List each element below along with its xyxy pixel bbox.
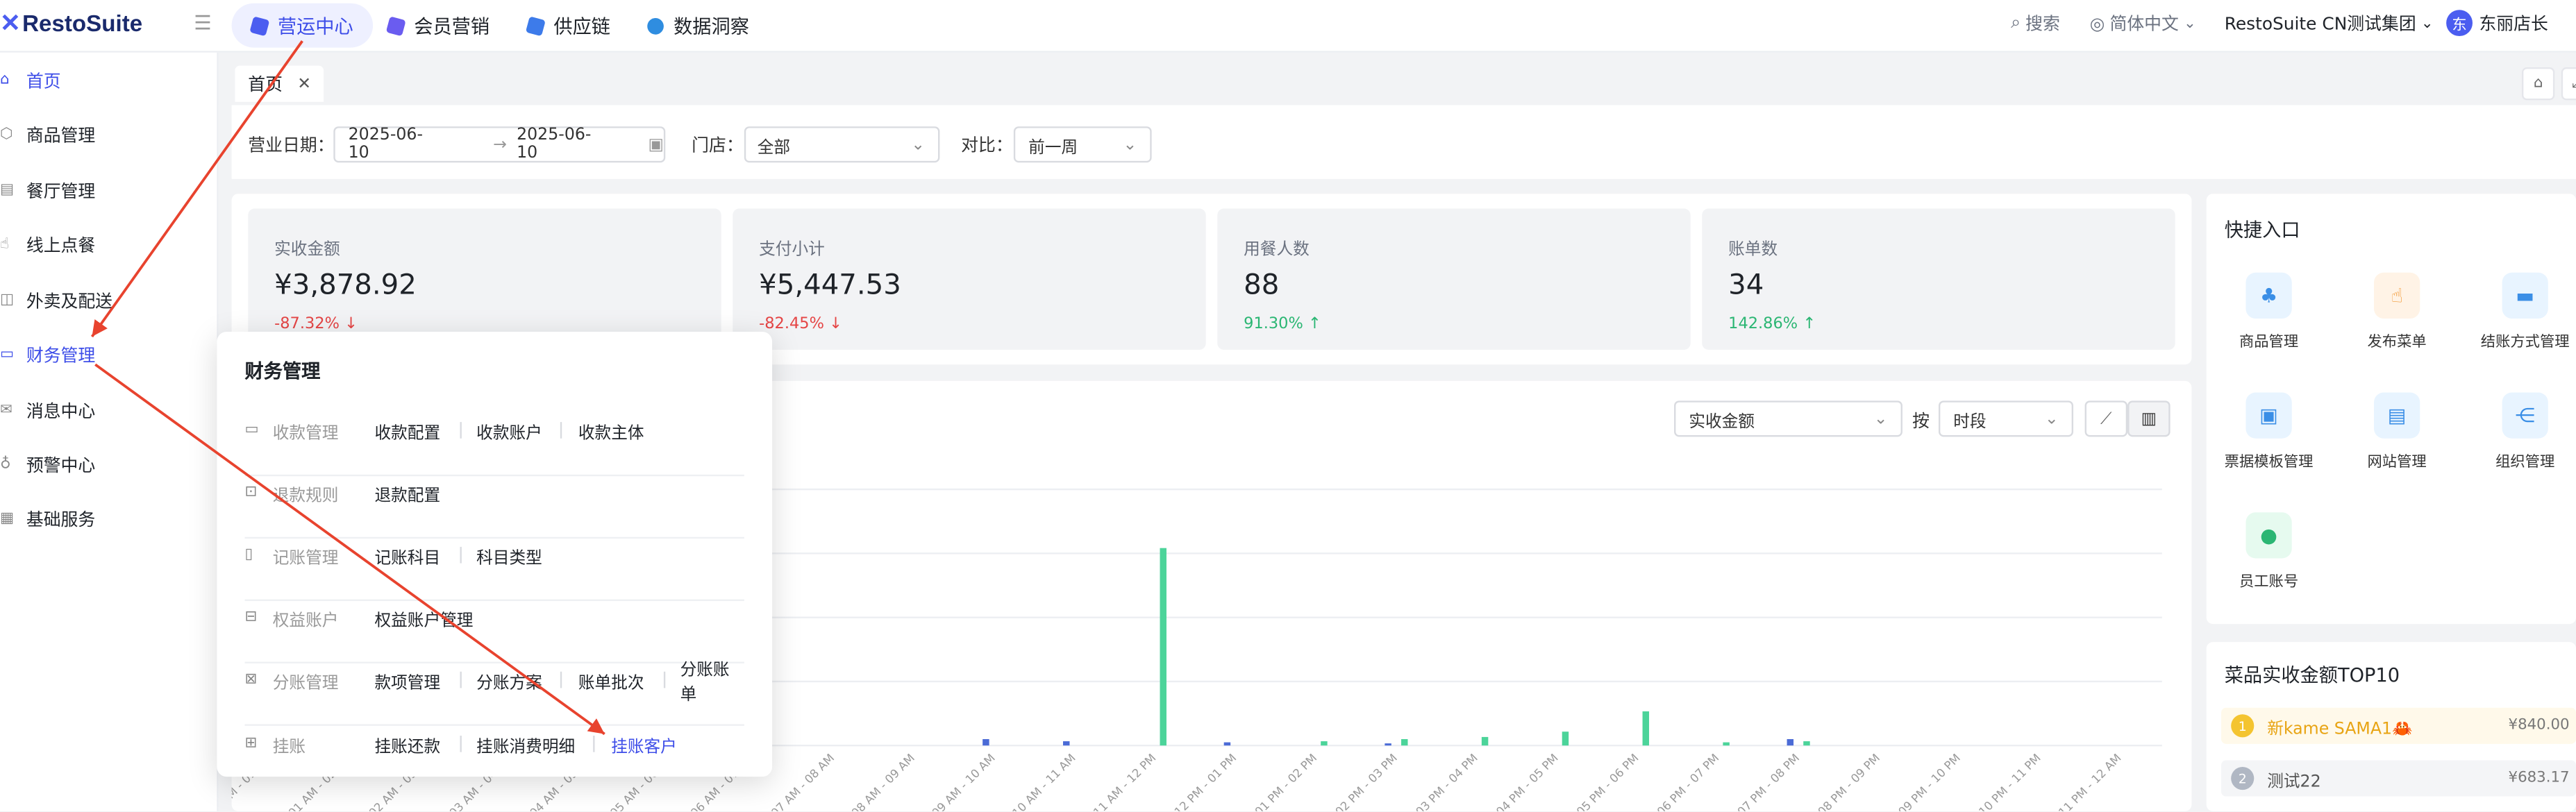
- arrow-to-finance: [90, 40, 303, 338]
- arrow-to-customer: [94, 363, 605, 736]
- annotation-arrows: [90, 40, 605, 736]
